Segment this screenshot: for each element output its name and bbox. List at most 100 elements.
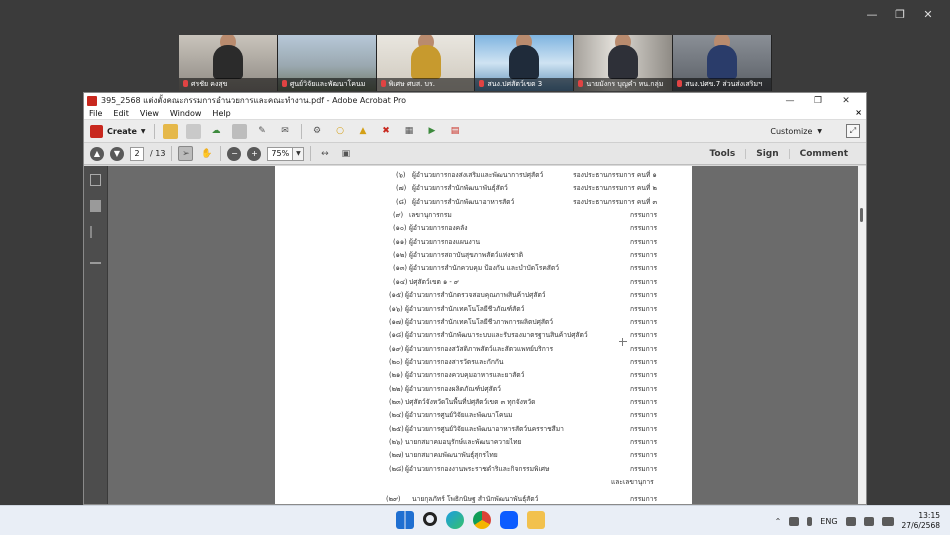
participant-name: ศูนย์วิจัยและพัฒนาโคนม [289,80,366,88]
tools-link[interactable]: Tools [699,149,745,159]
fit-page-icon[interactable]: ▣ [338,146,353,161]
page-number-input[interactable]: 2 [130,146,144,161]
email-icon[interactable]: ✉ [278,124,293,139]
minimize-icon[interactable]: — [858,6,886,22]
item-number: (๑๗) [389,317,404,326]
windows-start-icon[interactable] [396,511,414,529]
scrollbar-thumb[interactable] [860,208,863,222]
participant-tile[interactable]: พิเศษ ศบส. บร. [376,35,476,91]
zoom-app-icon[interactable] [500,511,518,529]
document-area[interactable]: (๖) ผู้อำนวยการกองส่งเสริมและพัฒนาการปศุส… [108,166,858,504]
search-icon[interactable] [423,512,437,526]
edit-icon[interactable]: ✎ [255,124,270,139]
delete-page-icon[interactable]: ✖ [379,124,394,139]
document-line: (๒๙) นายกุลภัทร์ โพธิกนิษฐ สำนักพัฒนาพันธ… [275,493,692,504]
menu-window[interactable]: Window [170,109,202,118]
item-text: ผู้อำนวยการสำนักตรวจสอบคุณภาพสินค้าปศุสั… [405,291,546,300]
menu-bar: File Edit View Window Help × [84,108,866,120]
mic-muted-icon [578,80,584,87]
close-icon[interactable]: ✕ [832,93,860,108]
zoom-in-icon[interactable]: + [247,146,262,161]
clock-time: 13:15 [918,511,940,520]
cloud-upload-icon[interactable]: ☁ [209,124,224,139]
microphone-icon[interactable] [807,516,813,526]
battery-icon[interactable] [881,516,894,526]
signatures-icon[interactable] [90,252,101,264]
minimize-icon[interactable]: — [776,93,804,108]
window-title: 395_2568 แต่งตั้งคณะกรรมการอำนวยการและคณ… [101,96,407,105]
window-titlebar[interactable]: 395_2568 แต่งตั้งคณะกรรมการอำนวยการและคณ… [84,93,866,108]
create-button[interactable]: Create ▼ [90,124,146,138]
form-icon[interactable]: ▤ [448,124,463,139]
item-text: ผู้อำนวยการกองผลิตภัณฑ์ปศุสัตว์ [405,384,501,393]
open-folder-icon[interactable] [162,123,178,139]
item-text: ผู้อำนวยการกองสารวัตรและกักกัน [405,357,504,366]
settings-gear-icon[interactable]: ⚙ [310,124,325,139]
item-role: กรรมการ [630,237,658,246]
customize-label: Customize [770,127,813,136]
print-icon[interactable] [231,123,247,139]
document-line: (๑๕) ผู้อำนวยการสำนักตรวจสอบคุณภาพสินค้าป… [275,289,692,302]
restore-icon[interactable]: ❐ [886,6,914,22]
item-number: (๒๔) [389,411,404,420]
highlight-icon[interactable]: ▲ [356,124,371,139]
comment-bubble-icon[interactable]: ○ [333,124,348,139]
document-line: (๒๔) ผู้อำนวยการศูนย์วิจัยและพัฒนาโคนม กรร… [275,409,692,422]
mic-muted-icon [479,80,485,87]
item-role: กรรมการ [630,451,658,460]
next-page-icon[interactable]: ▼ [110,146,124,161]
pages-icon[interactable]: ▦ [402,124,417,139]
participant-tile[interactable]: สนง.ปศข.7 ส่วนส่งเสริมฯ [673,35,772,91]
close-icon[interactable]: ✕ [914,6,942,22]
menu-edit[interactable]: Edit [113,109,129,118]
item-text: ผู้อำนวยการกองแผนงาน [409,237,481,246]
item-number: (๑๖) [389,304,403,313]
fullscreen-icon[interactable]: ⤢ [846,124,860,138]
menu-help[interactable]: Help [212,109,230,118]
zoom-out-icon[interactable]: − [227,146,242,161]
fit-width-icon[interactable]: ↔ [317,146,332,161]
participant-strip: ศรชัย คงสุข ศูนย์วิจัยและพัฒนาโคนม พิเศษ… [179,35,772,91]
chevron-down-icon: ▼ [293,146,305,161]
participant-tile[interactable]: ศูนย์วิจัยและพัฒนาโคนม [277,35,377,91]
extract-page-icon[interactable]: ▶ [425,124,440,139]
document-line: (๑๔) ปศุสัตว์เขต ๑ - ๙ กรรมการ [275,276,692,289]
previous-page-icon[interactable]: ▲ [90,146,104,161]
item-role: กรรมการ [630,264,658,273]
select-cursor-icon[interactable]: ➢ [178,146,194,161]
page-thumbnails-icon[interactable] [90,174,101,186]
participant-name: พิเศษ ศบส. บร. [388,80,435,88]
language-indicator[interactable]: ENG [820,517,837,526]
participant-tile[interactable]: สนง.ปศสัตว์เขต 3 [475,35,575,91]
participant-tile[interactable]: ศรชัย คงสุข [179,35,278,91]
item-number: (๒๒) [389,384,404,393]
item-number: (๘) [396,197,407,206]
vertical-scrollbar[interactable] [858,166,866,504]
chrome-browser-icon[interactable] [473,511,491,529]
hand-tool-icon[interactable]: ✋ [199,146,214,161]
save-icon[interactable] [185,123,201,139]
close-document-icon[interactable]: × [855,108,862,117]
cloud-sync-icon[interactable] [789,516,800,526]
comment-link[interactable]: Comment [788,149,858,159]
volume-icon[interactable] [863,516,874,526]
item-role: รองประธานกรรมการ คนที่ ๑ [573,171,657,179]
menu-file[interactable]: File [89,109,102,118]
network-icon[interactable] [845,516,856,526]
attachments-icon[interactable] [90,226,101,238]
document-line: (๗) ผู้อำนวยการสำนักพัฒนาพันธุ์สัตว์ รองปร… [275,182,692,195]
navigation-toolbar: ▲ ▼ 2 / 13 ➢ ✋ − + 75% ▼ ↔ ▣ Tools Sign … [84,143,866,165]
item-text: ผู้อำนวยการสำนักเทคโนโลยีชีวภัณฑ์สัตว์ [405,304,525,313]
bookmarks-icon[interactable] [90,200,101,212]
sign-link[interactable]: Sign [745,149,788,159]
chevron-up-icon[interactable]: ⌃ [775,517,782,526]
edge-browser-icon[interactable] [446,511,464,529]
maximize-icon[interactable]: ❐ [804,93,832,108]
file-explorer-icon[interactable] [527,511,545,529]
zoom-select[interactable]: 75% ▼ [267,146,305,161]
menu-view[interactable]: View [140,109,159,118]
item-text: ผู้อำนวยการกองงานพระราชดำริและกิจกรรมพิเ… [405,464,550,473]
clock[interactable]: 13:15 27/6/2568 [902,511,940,531]
customize-menu[interactable]: Customize ▼ [770,120,822,143]
participant-tile[interactable]: นายมังกร บุญคำ หน.กลุ่ม [574,35,674,91]
